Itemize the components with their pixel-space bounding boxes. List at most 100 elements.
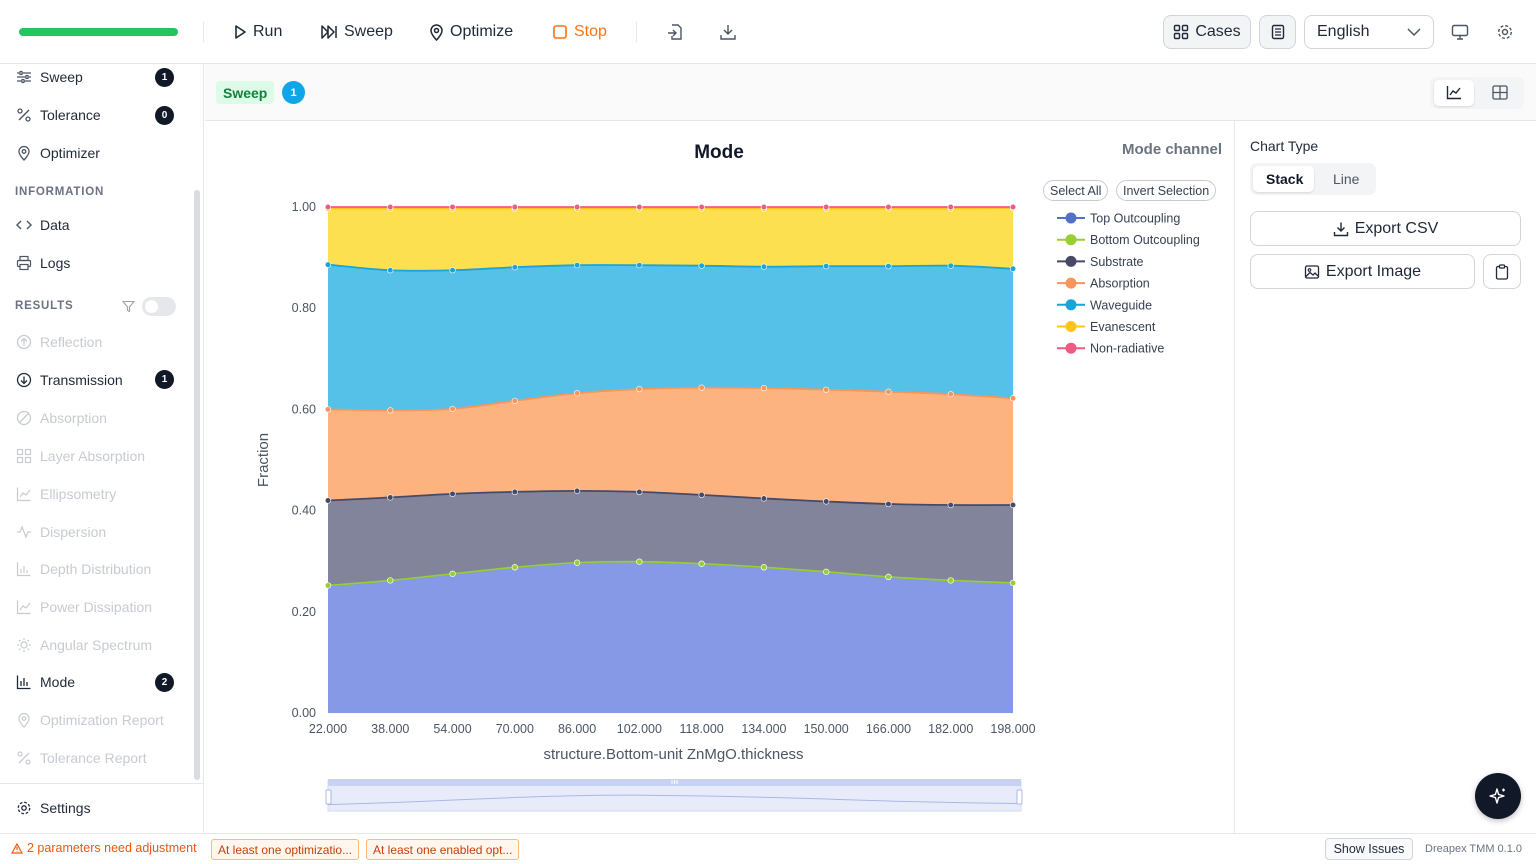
optimize-button[interactable]: Optimize — [429, 20, 513, 44]
sun-icon — [16, 637, 32, 653]
sidebar-scrollbar[interactable] — [194, 190, 200, 780]
sidebar-item-depth-distribution[interactable]: Depth Distribution — [16, 558, 151, 580]
data-point — [511, 264, 518, 271]
data-point — [387, 407, 394, 414]
sidebar-item-label: Depth Distribution — [40, 561, 152, 577]
sidebar-item-optimization-report[interactable]: Optimization Report — [16, 709, 164, 731]
table-view-icon[interactable] — [1492, 85, 1508, 100]
settings-gear-button[interactable] — [1496, 20, 1514, 44]
notes-button[interactable] — [1259, 15, 1296, 49]
data-point — [760, 495, 768, 502]
data-zoom-left-handle — [325, 789, 332, 805]
legend-marker — [1065, 321, 1077, 332]
bar-chart-icon — [16, 561, 32, 577]
sidebar-item-mode[interactable]: Mode — [16, 671, 75, 693]
cases-button[interactable]: Cases — [1163, 15, 1251, 49]
data-zoom-right-handle — [1016, 789, 1023, 805]
issue-tag[interactable]: At least one enabled opt... — [366, 839, 520, 860]
invert-selection-button[interactable]: Invert Selection — [1116, 180, 1217, 201]
monitor-icon — [1451, 24, 1469, 41]
sidebar-item-transmission[interactable]: Transmission — [16, 369, 123, 391]
data-point — [387, 494, 394, 501]
data-point — [1009, 501, 1017, 509]
x-tick-label: 150.000 — [804, 722, 849, 736]
data-point — [573, 390, 581, 397]
ai-assistant-button[interactable] — [1475, 773, 1521, 819]
parameter-warning[interactable]: 2 parameters need adjustment — [11, 841, 197, 855]
data-point — [760, 203, 768, 211]
export-csv-button[interactable]: Export CSV — [1250, 211, 1521, 246]
data-point — [1009, 579, 1017, 587]
line-chart-icon — [16, 599, 32, 615]
area-top-outcoupling — [328, 561, 1013, 713]
filter-icon[interactable] — [122, 300, 135, 313]
monitor-button[interactable] — [1451, 20, 1469, 44]
sidebar-item-logs[interactable]: Logs — [16, 252, 70, 274]
sidebar-item-power-dissipation[interactable]: Power Dissipation — [16, 596, 152, 618]
sidebar-item-label: Reflection — [40, 334, 103, 350]
download-button[interactable] — [719, 20, 737, 44]
run-button[interactable]: Run — [233, 20, 282, 44]
layers-grid-icon — [16, 448, 32, 464]
mode-count-badge: 2 — [155, 673, 174, 692]
data-point — [324, 261, 332, 268]
run-label: Run — [253, 23, 283, 40]
data-point — [698, 262, 705, 269]
data-point — [823, 203, 830, 211]
stop-button[interactable]: Stop — [552, 20, 607, 44]
x-tick-label: 70.000 — [496, 722, 534, 736]
sidebar-item-reflection[interactable]: Reflection — [16, 331, 102, 353]
import-button[interactable] — [666, 20, 684, 44]
data-point — [573, 559, 581, 566]
area-evanescent — [328, 208, 1013, 271]
data-point — [885, 500, 892, 508]
activity-icon — [16, 524, 32, 540]
view-toggle — [1430, 77, 1524, 109]
sidebar-item-angular-spectrum[interactable]: Angular Spectrum — [16, 634, 152, 656]
data-point — [1009, 265, 1017, 272]
sidebar-item-dispersion[interactable]: Dispersion — [16, 521, 106, 543]
chart-type-switch: Stack Line — [1250, 163, 1376, 195]
line-option[interactable]: Line — [1333, 171, 1359, 187]
sidebar-item-sweep[interactable]: Sweep — [16, 66, 83, 88]
sidebar-item-tolerance[interactable]: Tolerance — [16, 104, 101, 126]
select-all-button[interactable]: Select All — [1043, 180, 1109, 201]
data-point — [324, 497, 332, 504]
data-point — [324, 203, 332, 211]
data-point — [636, 386, 643, 393]
sidebar-item-layer-absorption[interactable]: Layer Absorption — [16, 445, 145, 467]
sweep-button[interactable]: Sweep — [320, 20, 393, 44]
mode-channel-label: Mode channel — [1122, 141, 1223, 158]
data-point — [387, 203, 394, 211]
sidebar-item-label: Sweep — [40, 69, 83, 85]
issue-tag[interactable]: At least one optimizatio... — [211, 839, 360, 860]
percent-icon — [16, 750, 32, 766]
legend-item-top-outcoupling: Top Outcoupling — [1090, 212, 1180, 226]
sidebar-item-label: Logs — [40, 255, 71, 271]
show-issues-button[interactable]: Show Issues — [1325, 838, 1413, 860]
chevron-down-icon — [1407, 27, 1421, 37]
data-point — [823, 498, 830, 505]
data-point — [511, 397, 518, 404]
export-image-button[interactable]: Export Image — [1250, 254, 1475, 289]
warning-triangle-icon — [11, 842, 23, 854]
sidebar-item-label: Data — [40, 217, 70, 233]
copy-to-clipboard-button[interactable] — [1483, 254, 1521, 289]
sidebar-item-tolerance-report[interactable]: Tolerance Report — [16, 747, 147, 769]
sidebar-item-label: Layer Absorption — [40, 448, 146, 464]
sidebar-item-settings[interactable]: Settings — [16, 797, 91, 819]
sidebar-item-optimizer[interactable]: Optimizer — [16, 142, 100, 164]
sidebar-item-label: Optimizer — [40, 145, 100, 161]
results-filter-toggle[interactable] — [142, 297, 176, 316]
sidebar-item-absorption[interactable]: Absorption — [16, 407, 107, 429]
sparkle-icon — [1488, 786, 1508, 806]
sidebar-item-ellipsometry[interactable]: Ellipsometry — [16, 483, 116, 505]
legend-marker — [1065, 277, 1077, 289]
stop-square-icon — [552, 24, 568, 40]
sliders-icon — [16, 69, 32, 85]
sidebar-item-data[interactable]: Data — [16, 214, 70, 236]
language-select[interactable]: English — [1304, 15, 1434, 49]
y-tick-label: 1.00 — [292, 200, 316, 214]
app-version: Dreapex TMM 0.1.0 — [1425, 843, 1523, 855]
data-point — [698, 203, 705, 211]
